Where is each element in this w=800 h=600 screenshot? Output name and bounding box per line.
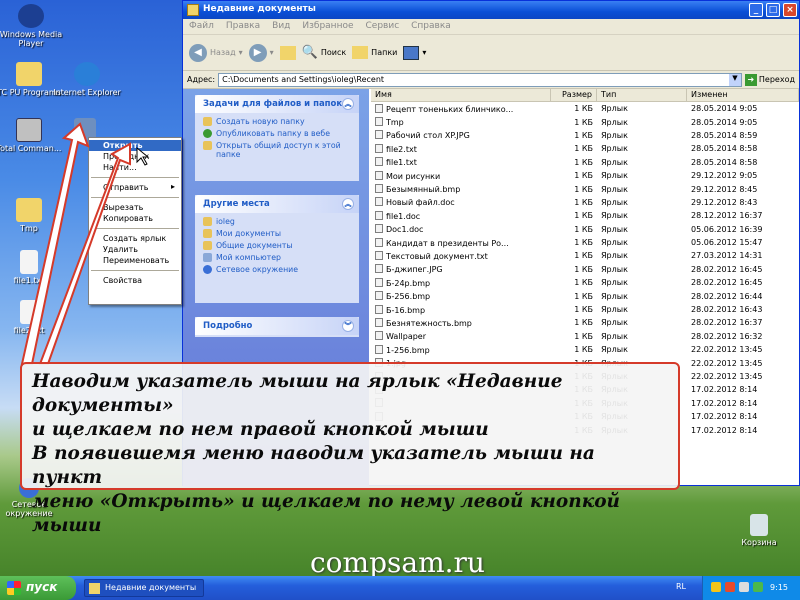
instruction-callout: Наводим указатель мыши на ярлык «Недавни… xyxy=(20,362,680,536)
clock: 9:15 xyxy=(770,583,788,592)
callout-line: В появившемя меню наводим указатель мыши… xyxy=(32,443,595,488)
taskbar: пуск Недавние документы RL 9:15 xyxy=(0,576,800,600)
callout-line: и щелкаем по нем правой кнопкой мыши xyxy=(32,419,489,440)
volume-icon[interactable] xyxy=(739,582,749,592)
network-status-icon[interactable] xyxy=(753,582,763,592)
language-indicator[interactable]: RL xyxy=(676,582,686,591)
folder-icon xyxy=(89,583,100,594)
windows-logo-icon xyxy=(7,581,21,595)
mouse-cursor-icon xyxy=(136,146,150,166)
alert-icon[interactable] xyxy=(725,582,735,592)
callout-line: меню «Открыть» и щелкаем по нему левой к… xyxy=(32,491,620,536)
taskbar-window-button[interactable]: Недавние документы xyxy=(84,579,204,597)
security-shield-icon[interactable] xyxy=(711,582,721,592)
system-tray: 9:15 xyxy=(702,576,800,600)
start-button[interactable]: пуск xyxy=(0,576,76,600)
watermark: compsam.ru xyxy=(310,546,485,579)
callout-line: Наводим указатель мыши на ярлык «Недавни… xyxy=(32,371,563,416)
